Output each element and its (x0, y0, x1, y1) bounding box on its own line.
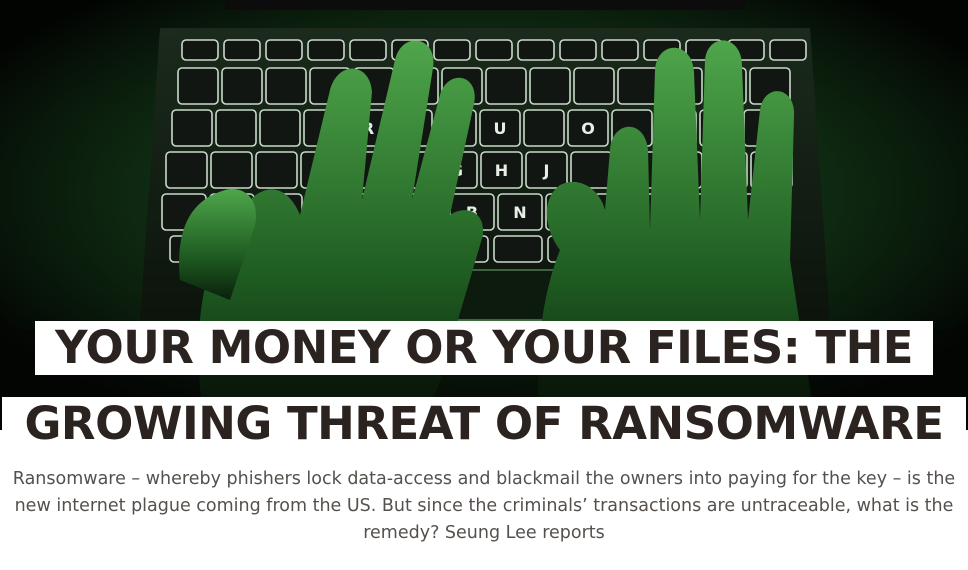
keyboard-key (493, 235, 543, 263)
keyboard-key (181, 39, 219, 61)
keyboard-key (223, 39, 261, 61)
keyboard-key (221, 67, 263, 105)
keyboard-key (617, 67, 659, 105)
keyboard-key (529, 67, 571, 105)
keyboard-key (265, 67, 307, 105)
keyboard-key-label: J (543, 161, 550, 180)
keyboard-key (177, 67, 219, 105)
headline-line-1: YOUR MONEY OR YOUR FILES: THE (0, 321, 968, 375)
keyboard-key (485, 67, 527, 105)
keyboard-key (601, 39, 639, 61)
keyboard-key (210, 151, 253, 189)
keyboard-key (769, 39, 807, 61)
keyboard-key (523, 109, 565, 147)
keyboard-key-label: N (513, 203, 526, 222)
headline-text-2: GROWING THREAT OF RANSOMWARE (2, 397, 966, 451)
article-page: RTYUOGHJBN YOUR MONEY OR YOUR FILES: THE… (0, 0, 968, 570)
keyboard-key-label: H (495, 161, 508, 180)
keyboard-key (349, 39, 387, 61)
keyboard-key (433, 39, 471, 61)
headline-line-2: GROWING THREAT OF RANSOMWARE (0, 397, 968, 451)
keyboard-key (475, 39, 513, 61)
keyboard-key (171, 109, 213, 147)
article-standfirst: Ransomware – whereby phishers lock data-… (12, 469, 956, 543)
keyboard-key (307, 39, 345, 61)
keyboard-key (255, 151, 298, 189)
keyboard-key (215, 109, 257, 147)
keyboard-key (517, 39, 555, 61)
keyboard-key (165, 151, 208, 189)
keyboard-key (265, 39, 303, 61)
keyboard-key-label: U (494, 119, 507, 138)
keyboard-key (559, 39, 597, 61)
keyboard-key-label: O (581, 119, 595, 138)
headline-text-1: YOUR MONEY OR YOUR FILES: THE (34, 321, 933, 375)
keyboard-key (259, 109, 301, 147)
keyboard-key (573, 67, 615, 105)
